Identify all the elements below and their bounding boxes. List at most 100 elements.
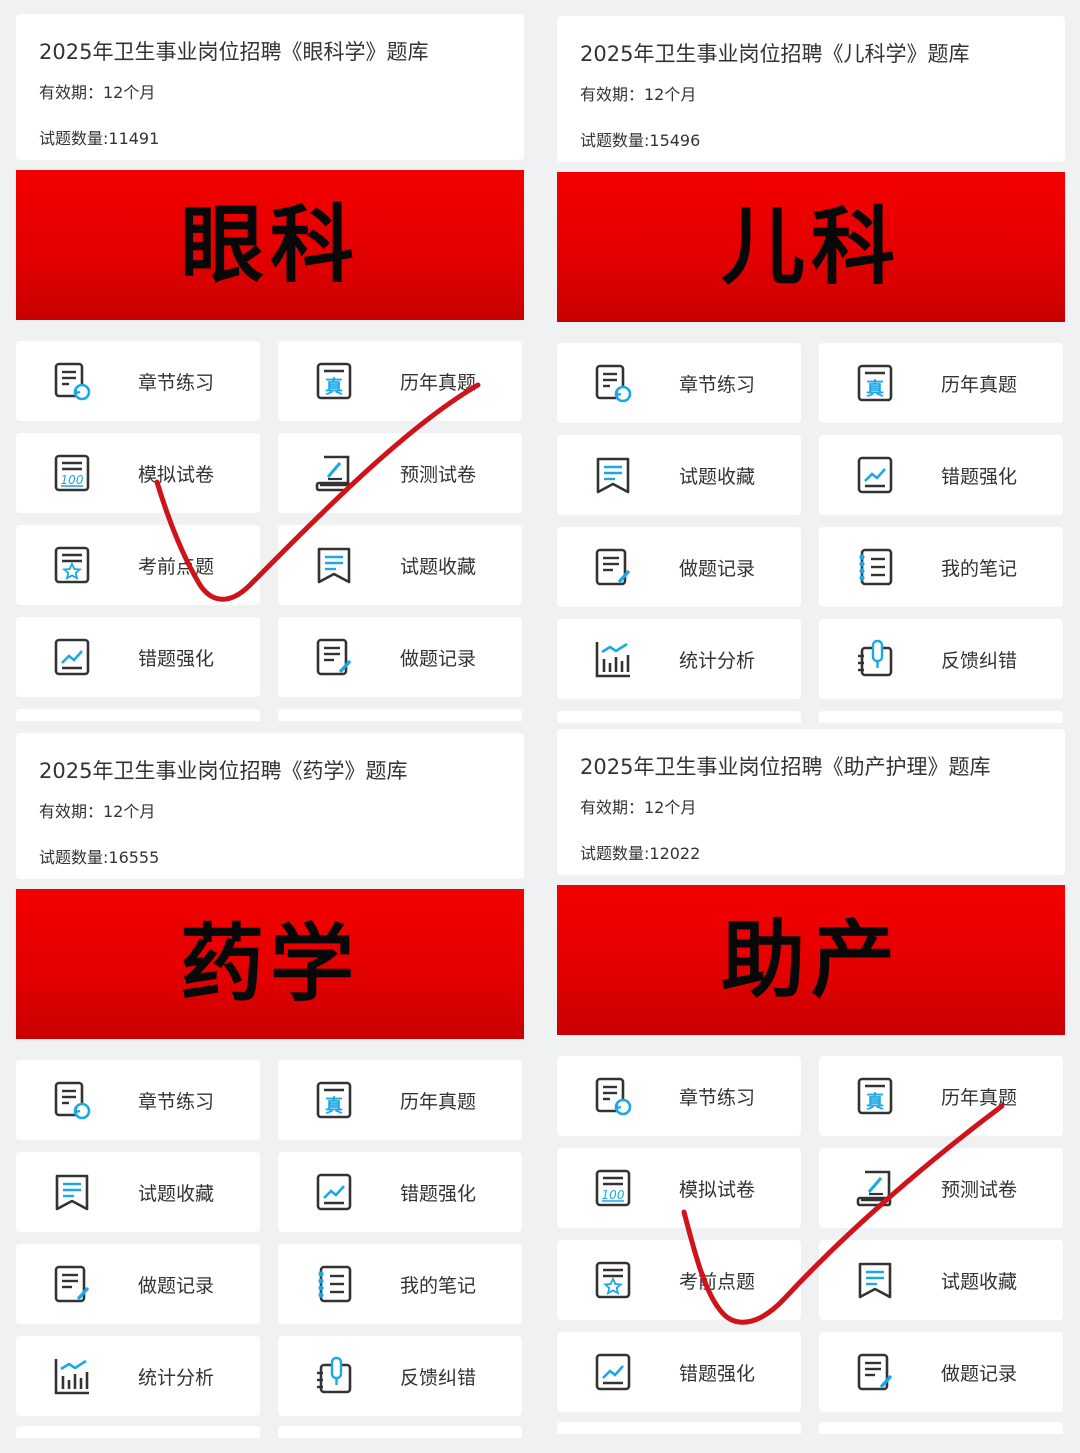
feature-tile[interactable]: 反馈纠错	[278, 1336, 522, 1416]
feature-tile[interactable]: 试题收藏	[16, 1152, 260, 1232]
question-count: 试题数量:12022	[580, 844, 701, 863]
feature-tile-label: 试题收藏	[138, 1183, 215, 1205]
chapter-practice-icon	[595, 1077, 632, 1116]
feature-tile-partial	[16, 709, 260, 721]
feature-tile[interactable]: 真 历年真题	[278, 341, 522, 421]
mock-exam-icon: 100	[595, 1169, 631, 1207]
course-title: 2025年卫生事业岗位招聘《药学》题库	[39, 759, 408, 783]
feature-tile[interactable]: 真 历年真题	[819, 1056, 1063, 1136]
feature-tile[interactable]: 我的笔记	[819, 527, 1063, 607]
bookmark-icon	[596, 457, 630, 494]
key-points-icon	[595, 1261, 631, 1299]
course-info-card[interactable]: 2025年卫生事业岗位招聘《助产护理》题库有效期：12个月 试题数量:12022	[557, 729, 1065, 875]
feature-tile[interactable]: 错题强化	[819, 435, 1063, 515]
wrong-answer-icon	[316, 1173, 352, 1211]
notes-icon	[318, 1265, 352, 1303]
feature-tile-label: 章节练习	[138, 1091, 215, 1113]
feature-tile-partial	[819, 1422, 1063, 1434]
course-info-card[interactable]: 2025年卫生事业岗位招聘《儿科学》题库 有效期：12个月 试题数量:15496	[557, 16, 1065, 162]
feature-tile[interactable]: 试题收藏	[819, 1240, 1063, 1320]
svg-text:100: 100	[602, 1188, 625, 1202]
feature-tile[interactable]: 真 历年真题	[278, 1060, 522, 1140]
feature-tile[interactable]: 100 模拟试卷	[16, 433, 260, 513]
svg-text:真: 真	[866, 378, 884, 400]
wrong-answer-icon	[595, 1353, 631, 1391]
chapter-practice-icon	[54, 362, 91, 401]
feature-tile[interactable]: 错题强化	[278, 1152, 522, 1232]
feedback-icon	[317, 1356, 352, 1394]
subject-banner: 药学	[16, 889, 524, 1039]
past-exam-icon: 真	[316, 362, 352, 400]
feature-tile[interactable]: 章节练习	[557, 343, 801, 423]
feature-tile[interactable]: 考前点题	[557, 1240, 801, 1320]
feature-tile[interactable]: 错题强化	[16, 617, 260, 697]
forecast-exam-icon	[315, 455, 351, 492]
forecast-exam-icon	[856, 1170, 892, 1207]
feature-tile-label: 试题收藏	[679, 466, 756, 488]
panel-midwifery: 2025年卫生事业岗位招聘《助产护理》题库有效期：12个月 试题数量:12022 助…	[557, 729, 1065, 1449]
feature-tile[interactable]: 反馈纠错	[819, 619, 1063, 699]
feature-tile[interactable]: 做题记录	[557, 527, 801, 607]
chapter-practice-icon	[54, 1081, 91, 1120]
subject-banner-text: 助产	[720, 911, 901, 1009]
feature-tile[interactable]: 试题收藏	[278, 525, 522, 605]
feature-tile[interactable]: 真 历年真题	[819, 343, 1063, 423]
feedback-icon	[858, 639, 893, 677]
feature-tile-label: 历年真题	[941, 374, 1018, 396]
feature-tile[interactable]: 试题收藏	[557, 435, 801, 515]
bookmark-icon	[858, 1262, 892, 1299]
feature-tile-label: 反馈纠错	[400, 1367, 477, 1389]
record-icon	[54, 1265, 90, 1303]
feature-tile-partial	[819, 711, 1063, 723]
svg-text:真: 真	[325, 376, 343, 398]
feature-tile[interactable]: 统计分析	[16, 1336, 260, 1416]
feature-tile[interactable]: 考前点题	[16, 525, 260, 605]
question-count: 试题数量:16555	[39, 848, 160, 867]
feature-tile[interactable]: 错题强化	[557, 1332, 801, 1412]
feature-tile-label: 我的笔记	[400, 1275, 477, 1297]
feature-tile[interactable]: 统计分析	[557, 619, 801, 699]
record-icon	[595, 548, 631, 586]
feature-tile-label: 历年真题	[400, 372, 477, 394]
svg-text:真: 真	[325, 1095, 343, 1117]
feature-tile-partial	[278, 1426, 522, 1438]
course-info-card[interactable]: 2025年卫生事业岗位招聘《药学》题库 有效期：12个月 试题数量:16555	[16, 733, 524, 879]
feature-tile-label: 统计分析	[679, 650, 756, 672]
notes-icon	[859, 548, 893, 586]
feature-tile-label: 试题收藏	[941, 1271, 1018, 1293]
feature-tile[interactable]: 章节练习	[16, 1060, 260, 1140]
feature-tile-label: 做题记录	[400, 648, 477, 670]
feature-tile-label: 考前点题	[679, 1271, 756, 1293]
subject-banner-text: 药学	[179, 915, 360, 1013]
feature-tile[interactable]: 章节练习	[557, 1056, 801, 1136]
feature-tile[interactable]: 做题记录	[16, 1244, 260, 1324]
feature-tile[interactable]: 100 模拟试卷	[557, 1148, 801, 1228]
feature-tile[interactable]: 我的笔记	[278, 1244, 522, 1324]
feature-tile[interactable]: 做题记录	[819, 1332, 1063, 1412]
key-points-icon	[54, 546, 90, 584]
feature-tile-label: 章节练习	[679, 1087, 756, 1109]
question-count: 试题数量:15496	[580, 131, 701, 150]
wrong-answer-icon	[54, 638, 90, 676]
feature-tile-label: 模拟试卷	[138, 464, 215, 486]
course-info-card[interactable]: 2025年卫生事业岗位招聘《眼科学》题库 有效期：12个月 试题数量:11491	[16, 14, 524, 160]
statistics-icon	[54, 1359, 89, 1395]
statistics-icon	[595, 642, 630, 678]
feature-tile-label: 考前点题	[138, 556, 215, 578]
validity-period: 有效期：12个月	[580, 798, 697, 817]
feature-tile-label: 做题记录	[138, 1275, 215, 1297]
feature-tile-label: 历年真题	[941, 1087, 1018, 1109]
feature-tile-label: 试题收藏	[400, 556, 477, 578]
subject-banner: 儿科	[557, 172, 1065, 322]
feature-tile[interactable]: 预测试卷	[819, 1148, 1063, 1228]
feature-tile-partial	[278, 709, 522, 721]
feature-tile-label: 历年真题	[400, 1091, 477, 1113]
course-title: 2025年卫生事业岗位招聘《眼科学》题库	[39, 40, 429, 64]
feature-tile[interactable]: 预测试卷	[278, 433, 522, 513]
feature-tile[interactable]: 章节练习	[16, 341, 260, 421]
feature-tile[interactable]: 做题记录	[278, 617, 522, 697]
panel-ophthalmology: 2025年卫生事业岗位招聘《眼科学》题库 有效期：12个月 试题数量:11491 眼科…	[16, 14, 524, 734]
feature-tile-label: 做题记录	[941, 1363, 1018, 1385]
course-title: 2025年卫生事业岗位招聘《助产护理》题库	[580, 755, 991, 779]
feature-tile-label: 章节练习	[138, 372, 215, 394]
